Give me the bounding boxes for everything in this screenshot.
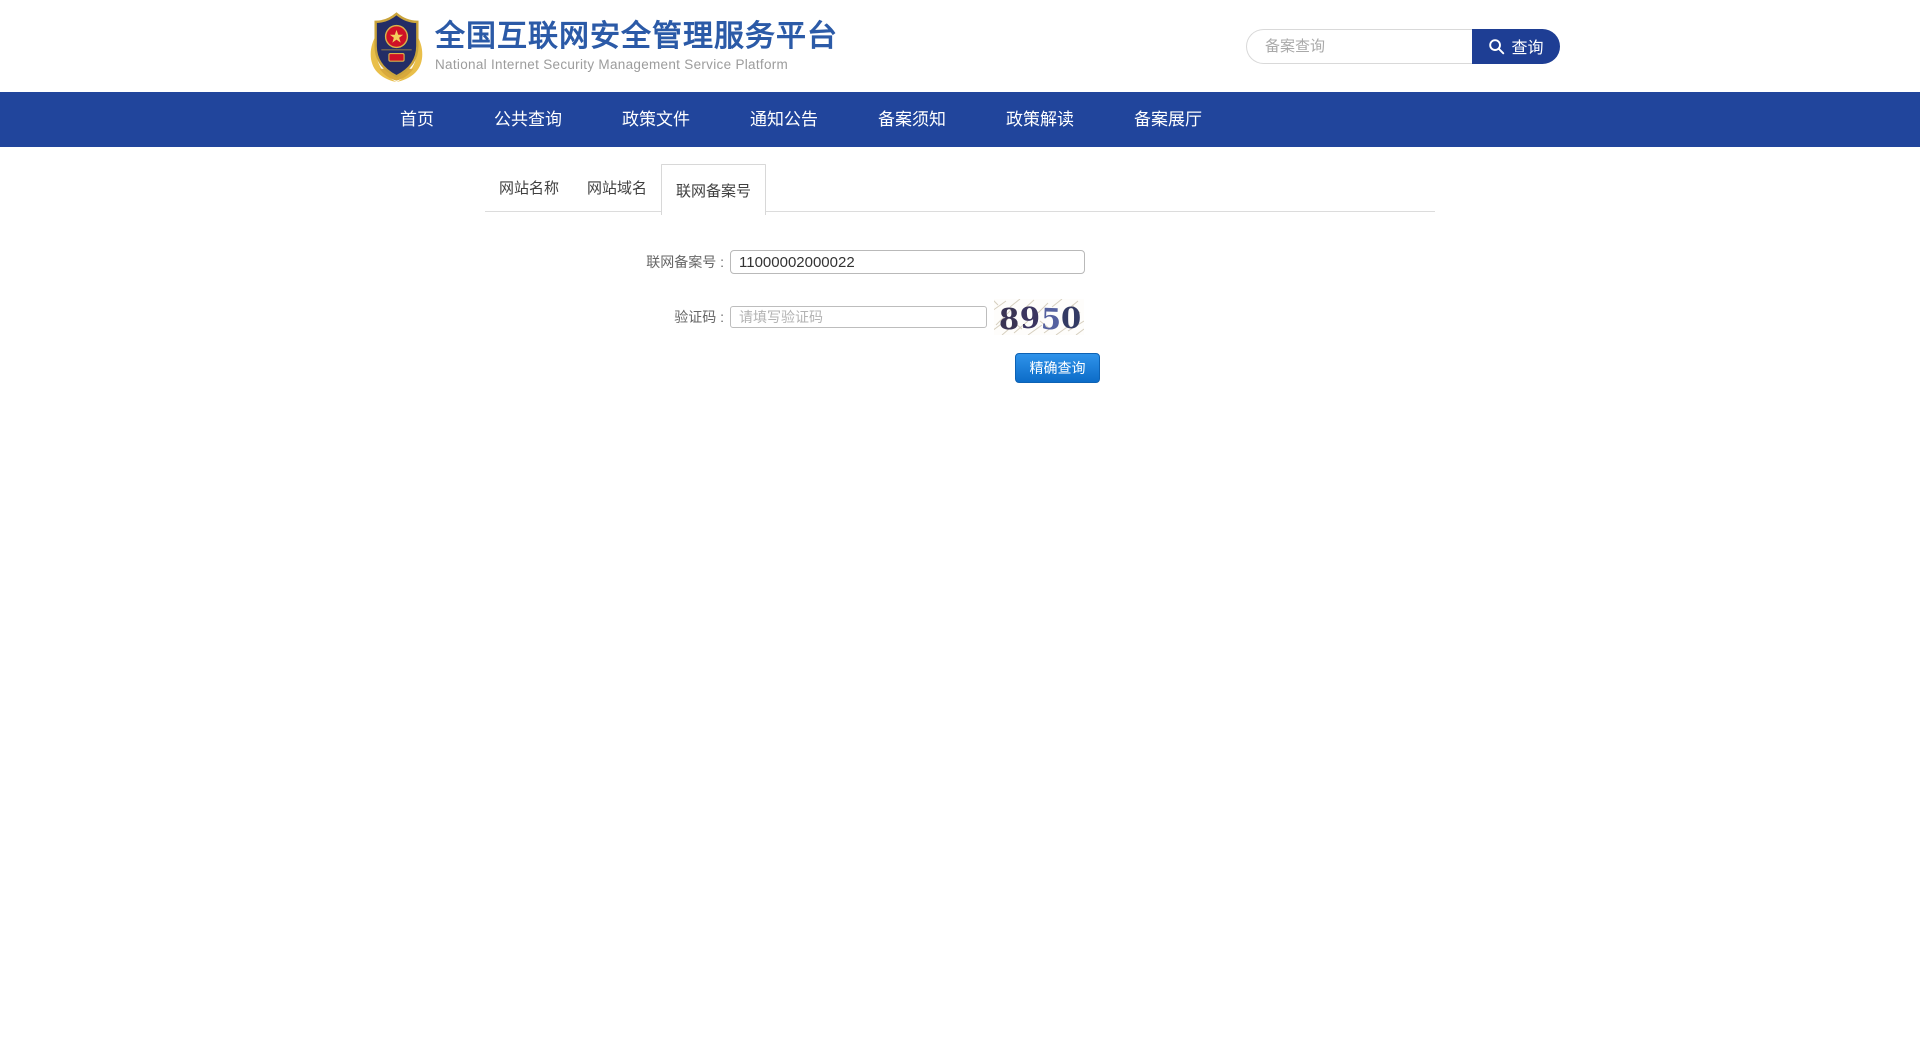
tab-website-domain[interactable]: 网站域名 <box>573 164 661 211</box>
tab-record-number[interactable]: 联网备案号 <box>661 164 766 215</box>
search-icon <box>1488 38 1505 55</box>
nav-item-public-query[interactable]: 公共查询 <box>464 92 592 147</box>
search-button-label: 查询 <box>1511 34 1543 58</box>
query-tabs: 网站名称 网站域名 联网备案号 <box>485 164 1435 212</box>
record-number-row: 联网备案号 : <box>485 250 1435 274</box>
nav-item-policy-interpretation[interactable]: 政策解读 <box>976 92 1104 147</box>
nav-item-notices[interactable]: 通知公告 <box>720 92 848 147</box>
nav-item-filing-hall[interactable]: 备案展厅 <box>1104 92 1232 147</box>
nav-item-home[interactable]: 首页 <box>370 92 464 147</box>
captcha-input[interactable] <box>730 306 987 328</box>
nav-item-policy-documents[interactable]: 政策文件 <box>592 92 720 147</box>
record-number-label: 联网备案号 : <box>485 252 730 272</box>
captcha-image[interactable]: 8 9 5 0 <box>994 299 1084 335</box>
svg-text:0: 0 <box>1061 301 1081 335</box>
site-header: 全国互联网安全管理服务平台 National Internet Security… <box>0 0 1920 92</box>
nav-item-filing-guide[interactable]: 备案须知 <box>848 92 976 147</box>
site-title: 全国互联网安全管理服务平台 <box>435 20 838 55</box>
site-subtitle: National Internet Security Management Se… <box>435 57 838 72</box>
police-emblem-logo <box>368 10 425 82</box>
captcha-row: 验证码 : 8 9 5 0 <box>485 299 1435 335</box>
header-search: 查询 <box>1246 29 1560 64</box>
svg-text:8: 8 <box>999 302 1019 335</box>
search-button[interactable]: 查询 <box>1472 29 1560 64</box>
query-section: 网站名称 网站域名 联网备案号 联网备案号 : 验证码 : <box>485 164 1435 383</box>
precise-query-button[interactable]: 精确查询 <box>1015 353 1100 383</box>
svg-text:5: 5 <box>1040 302 1061 335</box>
captcha-label: 验证码 : <box>485 307 730 327</box>
tab-website-name[interactable]: 网站名称 <box>485 164 573 211</box>
svg-text:9: 9 <box>1019 300 1041 335</box>
record-query-form: 联网备案号 : 验证码 : 8 9 5 <box>485 250 1435 383</box>
record-number-input[interactable] <box>730 250 1085 274</box>
main-nav: 首页 公共查询 政策文件 通知公告 备案须知 政策解读 备案展厅 <box>0 92 1920 147</box>
submit-row: 精确查询 <box>485 353 1435 383</box>
record-search-input[interactable] <box>1246 29 1472 64</box>
brand: 全国互联网安全管理服务平台 National Internet Security… <box>368 10 838 82</box>
